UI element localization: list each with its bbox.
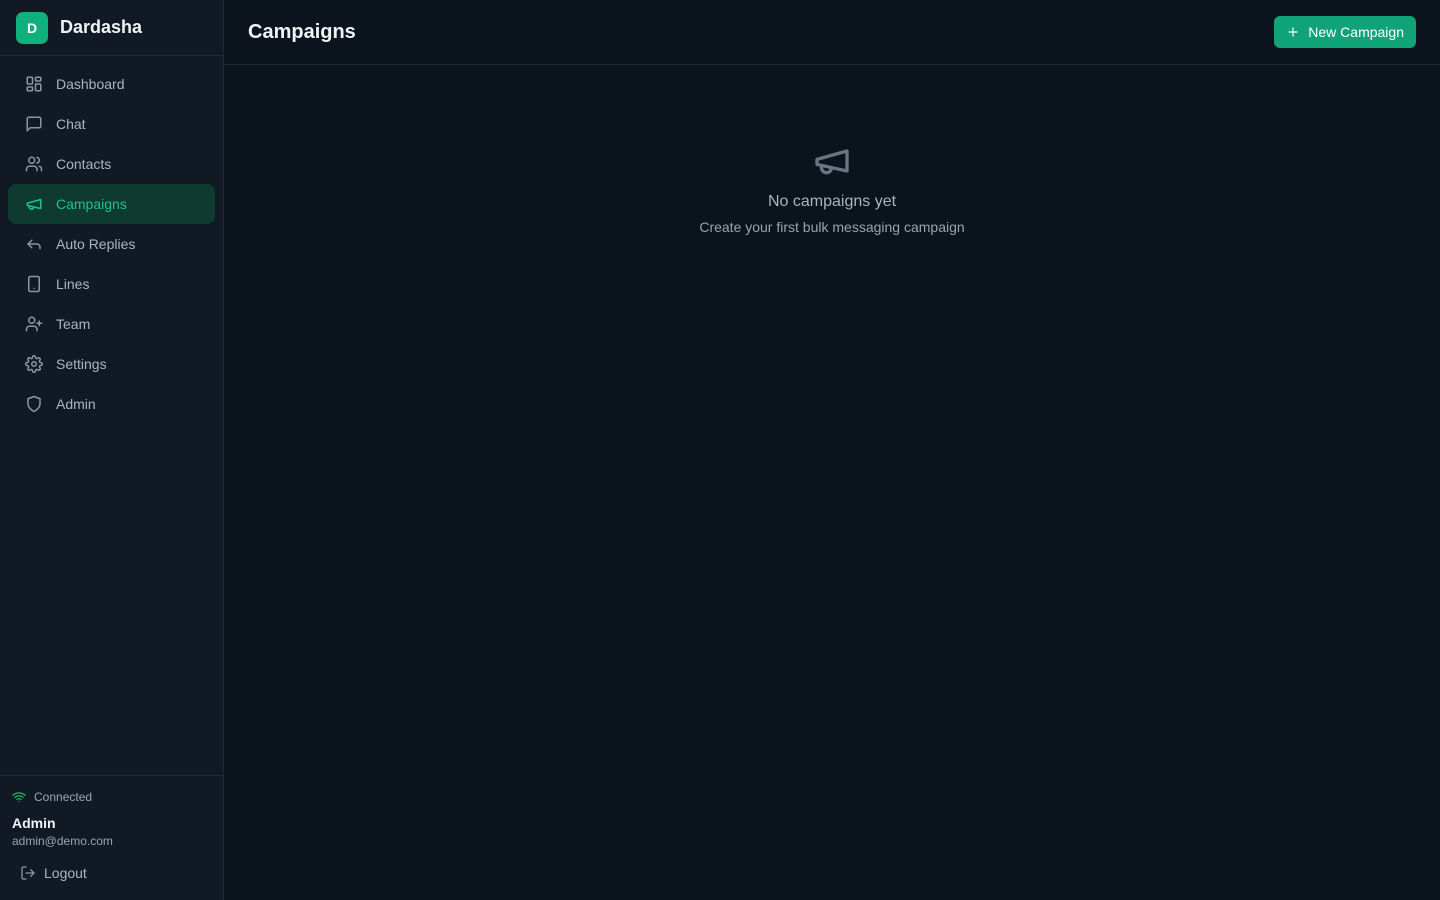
app-root: D Dardasha Dashboard Chat Contacts Campa… <box>0 0 1440 900</box>
connection-status: Connected <box>12 789 211 805</box>
sidebar-item-label: Auto Replies <box>56 236 136 252</box>
new-campaign-label: New Campaign <box>1308 24 1404 40</box>
megaphone-icon <box>812 141 852 181</box>
sidebar-item-contacts[interactable]: Contacts <box>8 144 215 184</box>
sidebar-item-settings[interactable]: Settings <box>8 344 215 384</box>
sidebar-nav: Dashboard Chat Contacts Campaigns Auto R… <box>0 56 223 424</box>
layout-grid-icon <box>24 74 44 94</box>
sidebar-item-team[interactable]: Team <box>8 304 215 344</box>
shield-icon <box>24 394 44 414</box>
sidebar-item-label: Lines <box>56 276 90 292</box>
sidebar-item-dashboard[interactable]: Dashboard <box>8 64 215 104</box>
brand-header: D Dardasha <box>0 0 223 56</box>
sidebar-footer: Connected Admin admin@demo.com Logout <box>0 775 223 900</box>
logout-label: Logout <box>44 865 87 881</box>
empty-state-subtitle: Create your first bulk messaging campaig… <box>699 219 965 235</box>
brand-logo: D <box>16 11 48 44</box>
user-plus-icon <box>24 314 44 334</box>
sidebar-item-auto-replies[interactable]: Auto Replies <box>8 224 215 264</box>
sidebar-item-label: Admin <box>56 396 96 412</box>
megaphone-icon <box>24 194 44 214</box>
empty-state-title: No campaigns yet <box>767 193 897 210</box>
campaigns-content: No campaigns yet Create your first bulk … <box>224 65 1440 900</box>
sidebar-item-lines[interactable]: Lines <box>8 264 215 304</box>
sidebar-item-label: Campaigns <box>56 196 127 212</box>
logout-icon <box>20 865 36 881</box>
smartphone-icon <box>24 274 44 294</box>
sidebar-item-label: Dashboard <box>56 76 125 92</box>
sidebar-item-label: Contacts <box>56 156 112 172</box>
gear-icon <box>24 354 44 374</box>
sidebar-item-admin[interactable]: Admin <box>8 384 215 424</box>
user-email: admin@demo.com <box>12 834 113 848</box>
page-header: Campaigns New Campaign <box>224 0 1440 65</box>
sidebar-item-chat[interactable]: Chat <box>8 104 215 144</box>
logout-button[interactable]: Logout <box>12 862 211 884</box>
status-text: Connected <box>34 790 93 804</box>
brand-name: Dardasha <box>60 17 143 37</box>
user-name: Admin <box>12 815 56 831</box>
main-panel: Campaigns New Campaign No campaigns yet … <box>224 0 1440 900</box>
sidebar-item-label: Chat <box>56 116 86 132</box>
new-campaign-button[interactable]: New Campaign <box>1274 16 1416 48</box>
sidebar: D Dardasha Dashboard Chat Contacts Campa… <box>0 0 224 900</box>
sidebar-item-label: Team <box>56 316 91 332</box>
message-square-icon <box>24 114 44 134</box>
wifi-icon <box>12 790 26 804</box>
sidebar-item-label: Settings <box>56 356 107 372</box>
plus-icon <box>1286 25 1300 39</box>
empty-state: No campaigns yet Create your first bulk … <box>224 141 1440 235</box>
reply-icon <box>24 234 44 254</box>
sidebar-item-campaigns[interactable]: Campaigns <box>8 184 215 224</box>
page-title: Campaigns <box>248 20 356 43</box>
users-icon <box>24 154 44 174</box>
